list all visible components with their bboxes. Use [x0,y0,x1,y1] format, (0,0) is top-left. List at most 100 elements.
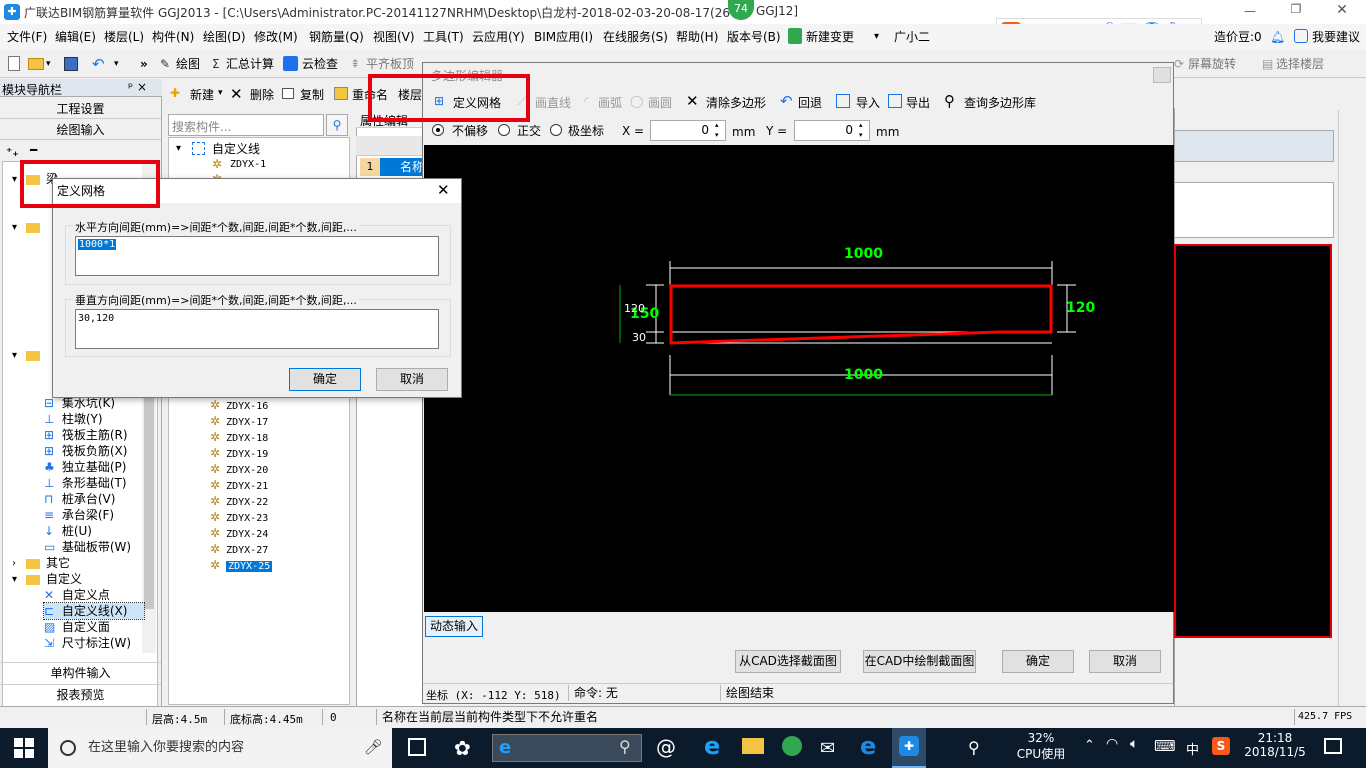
menu-tools[interactable]: 工具(T) [423,29,464,45]
nav-item[interactable]: ⊞ 筏板主筋(R) [44,427,144,443]
menu-draw[interactable]: 绘图(D) [203,29,246,45]
dynamic-input-button[interactable]: 动态输入 [425,616,483,637]
tree-toggle-other[interactable]: › [12,556,16,572]
component-item[interactable]: ✲ ZDYX-20 [210,461,350,477]
menu-assistant[interactable]: 广小二 [894,29,930,45]
nav-item[interactable]: ⊥ 柱墩(Y) [44,411,144,427]
menu-online[interactable]: 在线服务(S) [603,29,668,45]
restore-button[interactable]: ❐ [1286,2,1306,18]
y-spinner-icon[interactable]: ▴ ▾ [859,120,863,140]
people-icon[interactable]: ⚲ [968,738,980,757]
taskbar-search-box[interactable]: 在这里输入你要搜索的内容 🎤︎ [48,728,392,768]
menu-edit[interactable]: 编辑(E) [55,29,96,45]
mail-icon[interactable]: ✉ [820,738,835,759]
polygon-canvas[interactable]: 1000 1000 120 150 120 30 [424,145,1174,612]
expand-all-icon[interactable]: ⁺₊ [6,145,19,159]
grid-cancel-button[interactable]: 取消 [376,368,448,391]
right-scrollbar[interactable] [1338,110,1354,706]
menu-rebar[interactable]: 钢筋量(Q) [309,29,364,45]
tree-toggle[interactable]: ▾ [12,348,17,364]
menu-file[interactable]: 文件(F) [7,29,47,45]
nav-item[interactable]: ♣ 独立基础(P) [44,459,144,475]
component-item[interactable]: ZDYX-1 [230,159,266,170]
new-file-icon[interactable] [8,56,20,71]
taskbar-ime[interactable]: 中 [1186,739,1199,758]
search-button[interactable]: ⚲ [326,114,348,136]
v-spacing-input[interactable]: 30,120 [75,309,439,349]
editor-ok-button[interactable]: 确定 [1002,650,1074,673]
keyboard-icon[interactable]: ⌨ [1154,737,1176,755]
tree-toggle[interactable]: ▾ [12,220,17,236]
more-toolbar-icon[interactable]: » [140,55,148,73]
draw-input-tab[interactable]: 绘图输入 [0,120,161,140]
notification-badge[interactable]: 74 [728,0,754,20]
single-input-tab[interactable]: 单构件输入 [0,662,161,683]
undo-button[interactable]: 回退 [798,95,822,111]
delete-component-button[interactable]: 删除 [250,87,274,103]
undo-dropdown-icon[interactable]: ▾ [114,55,119,73]
open-dropdown-icon[interactable]: ▾ [46,55,51,73]
menu-floor[interactable]: 楼层(L) [104,29,144,45]
dropdown-arrow-icon[interactable]: ▾ [874,29,879,45]
task-view-icon[interactable] [408,738,426,756]
editor-cancel-button[interactable]: 取消 [1089,650,1161,673]
component-item[interactable]: ✲ ZDYX-16 [210,397,350,413]
suggest-link[interactable]: 我要建议 [1312,29,1360,45]
new-dropdown-icon[interactable]: ▾ [218,88,223,98]
green-app-icon[interactable] [782,736,802,756]
sum-calc-button[interactable]: 汇总计算 [226,55,274,73]
menu-help[interactable]: 帮助(H) [676,29,718,45]
file-explorer-icon[interactable] [742,738,764,754]
grid-ok-button[interactable]: 确定 [289,368,361,391]
open-folder-icon[interactable] [28,58,44,70]
align-top-button[interactable]: 平齐板顶 [366,55,414,73]
browser-search-bar[interactable]: e ⚲ [492,734,642,762]
ortho-radio[interactable] [498,124,510,136]
nav-item[interactable]: ✕ 自定义点 [44,587,144,603]
component-item-selected[interactable]: ✲ ZDYX-25 [210,557,350,573]
query-polygon-library-button[interactable]: 查询多边形库 [964,95,1036,111]
draw-circle-button[interactable]: 画圆 [648,95,672,111]
glodon-taskbar-icon[interactable]: ✚ [892,728,926,768]
project-settings-tab[interactable]: 工程设置 [0,99,161,119]
edge-icon[interactable]: e [860,732,876,760]
dialog-close-icon[interactable]: ✕ [437,181,450,199]
export-button[interactable]: 导出 [906,95,930,111]
screen-rotate-button[interactable]: 屏幕旋转 [1188,55,1236,73]
component-item[interactable]: ✲ ZDYX-17 [210,413,350,429]
report-preview-tab[interactable]: 报表预览 [0,684,161,705]
windows-start-icon[interactable] [14,738,34,758]
component-item[interactable]: ✲ ZDYX-27 [210,541,350,557]
nav-item-selected[interactable]: ⊏ 自定义线(X) [43,602,145,620]
draw-icon[interactable]: ✎ [160,55,170,73]
nav-other[interactable]: 其它 [46,555,70,571]
menu-bim[interactable]: BIM应用(I) [534,29,593,45]
volume-icon[interactable]: 🔈︎ [1130,736,1138,752]
new-component-button[interactable]: 新建 [190,87,214,103]
collapse-all-icon[interactable]: ━ [30,143,37,157]
component-item[interactable]: ✲ ZDYX-18 [210,429,350,445]
tree-toggle-custom-line[interactable]: ▾ [176,141,181,157]
menu-cloud[interactable]: 云应用(Y) [472,29,525,45]
x-spinner-icon[interactable]: ▴ ▾ [715,120,719,140]
menu-modify[interactable]: 修改(M) [254,29,298,45]
component-item[interactable]: ✲ ZDYX-22 [210,493,350,509]
select-from-cad-button[interactable]: 从CAD选择截面图 [735,650,841,673]
h-spacing-input[interactable]: 1000*1 [75,236,439,276]
component-root[interactable]: 自定义线 [212,141,260,157]
menu-version[interactable]: 版本号(B) [727,29,781,45]
save-icon[interactable] [64,57,78,71]
draw-line-button[interactable]: 画直线 [535,95,571,111]
nav-item[interactable]: ≡ 承台梁(F) [44,507,144,523]
draw-button[interactable]: 绘图 [176,55,200,73]
no-offset-radio[interactable] [432,124,444,136]
nav-item[interactable]: ⇲ 尺寸标注(W) [44,635,144,651]
undo-icon[interactable]: ↶ [92,55,105,73]
tree-toggle-custom[interactable]: ▾ [12,572,17,588]
pinwheel-app-icon[interactable]: ✿ [454,736,471,760]
component-item[interactable]: ✲ ZDYX-24 [210,525,350,541]
mic-icon[interactable]: 🎤︎ [364,738,383,756]
nav-item[interactable]: ⊞ 筏板负筋(X) [44,443,144,459]
draw-in-cad-button[interactable]: 在CAD中绘制截面图 [863,650,976,673]
nav-pin-close[interactable]: ᵖ × [128,80,147,94]
